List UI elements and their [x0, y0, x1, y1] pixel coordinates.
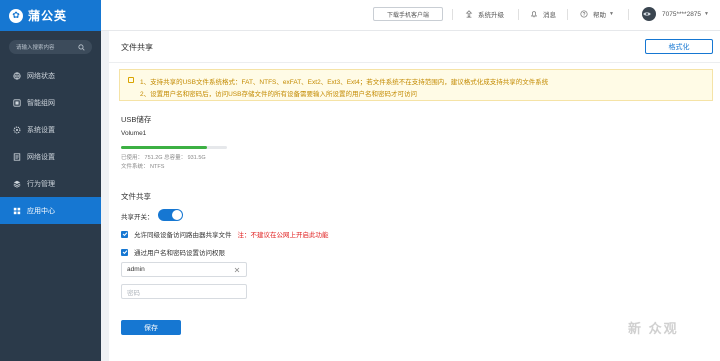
volume-name: Volume1 [121, 130, 147, 137]
share-toggle-label: 共享开关： [121, 214, 154, 221]
sidebar-item-label: 应用中心 [27, 207, 55, 215]
clear-icon[interactable] [234, 267, 240, 273]
username-value: admin [127, 266, 145, 273]
notice-line-2: 2、设置用户名和密码后，访问USB存储文件的所有设备需要输入所设置的用户名和密码… [140, 91, 417, 98]
format-button[interactable]: 格式化 [645, 39, 713, 54]
notice-banner: 1、支持共享的USB文件系统格式：FAT、NTFS、exFAT、Ext2、Ext… [119, 69, 713, 101]
search-placeholder: 请输入搜索内容 [16, 45, 55, 51]
brand-name: 蒲公英 [28, 9, 68, 23]
chevron-down-icon: ▼ [609, 11, 614, 17]
sidebar-item-label: 系统设置 [27, 126, 55, 134]
password-auth-checkbox[interactable] [121, 248, 128, 256]
chevron-down-icon: ▼ [704, 11, 709, 17]
username-field[interactable]: admin [121, 262, 247, 277]
messages-link[interactable]: 消息 [530, 8, 556, 20]
storage-usage-bar [121, 146, 227, 149]
system-upgrade-label: 系统升级 [478, 12, 504, 19]
notice-line-1: 1、支持共享的USB文件系统格式：FAT、NTFS、exFAT、Ext2、Ext… [140, 79, 549, 86]
header-divider [567, 9, 568, 20]
page-title: 文件共享 [121, 43, 153, 52]
bell-icon [530, 11, 538, 18]
stack-icon [13, 180, 21, 188]
grid-icon [13, 207, 21, 214]
brand-logo[interactable]: ✿ 蒲公英 [0, 0, 101, 31]
help-icon [580, 10, 588, 18]
sidebar-item-network-status[interactable]: 网络状态 [0, 62, 101, 89]
help-label: 帮助 [593, 12, 606, 19]
divider [109, 62, 720, 63]
messages-label: 消息 [543, 12, 556, 19]
sidebar-item-behavior-management[interactable]: 行为管理 [0, 170, 101, 197]
sidebar-search-input[interactable]: 请输入搜索内容 [9, 40, 92, 54]
system-upgrade-link[interactable]: 系统升级 [465, 8, 504, 20]
sidebar-item-label: 行为管理 [27, 180, 55, 188]
globe-icon [13, 71, 21, 80]
top-header: 下载手机客户端 系统升级 消息 帮助 ▼ 7075****2875 ▼ [101, 0, 720, 31]
header-divider [518, 9, 519, 20]
sidebar-item-system-settings[interactable]: 系统设置 [0, 116, 101, 143]
avatar [642, 7, 656, 21]
password-field[interactable]: 密码 [121, 284, 247, 299]
checkmark-icon [122, 250, 127, 255]
username-label: 7075****2875 [662, 10, 702, 18]
file-share-panel: 文件共享 格式化 1、支持共享的USB文件系统格式：FAT、NTFS、exFAT… [109, 31, 720, 361]
storage-usage-text: 已使用： 751.2G 总容量： 931.5G [121, 155, 206, 161]
header-divider [452, 9, 453, 20]
user-menu[interactable]: 7075****2875 ▼ [642, 7, 709, 21]
checkmark-icon [122, 232, 127, 237]
watermark: 新 众观 [628, 321, 679, 336]
network-icon [13, 98, 21, 107]
header-divider [628, 9, 629, 20]
notice-icon [128, 77, 134, 83]
allow-lan-access-checkbox[interactable] [121, 230, 128, 238]
sidebar-item-smart-network[interactable]: 智能组网 [0, 89, 101, 116]
file-share-section-title: 文件共享 [121, 192, 151, 201]
password-placeholder: 密码 [127, 289, 140, 297]
dandelion-logo-icon: ✿ [9, 8, 23, 23]
allow-lan-access-label: 允许同级设备访问路由器共享文件 [134, 232, 232, 239]
toggle-knob [172, 210, 182, 220]
help-menu[interactable]: 帮助 ▼ [580, 8, 614, 20]
document-icon [13, 152, 21, 161]
search-icon[interactable] [78, 43, 85, 51]
sidebar-item-app-center[interactable]: 应用中心 [0, 197, 101, 224]
sidebar-item-label: 网络设置 [27, 153, 55, 161]
download-app-button[interactable]: 下载手机客户端 [373, 7, 443, 21]
usb-storage-title: USB储存 [121, 115, 152, 124]
avatar-image-icon [642, 12, 651, 16]
upgrade-icon [465, 10, 473, 18]
file-system-text: 文件系统： NTFS [121, 164, 165, 170]
storage-usage-fill [121, 146, 207, 149]
sidebar-item-network-settings[interactable]: 网络设置 [0, 143, 101, 170]
allow-lan-access-option: 允许同级设备访问路由器共享文件 注：不建议在公网上开启此功能 [121, 229, 329, 239]
password-auth-option: 通过用户名和密码设置访问权限 [121, 247, 225, 257]
sidebar: ✿ 蒲公英 请输入搜索内容 网络状态 智能组网 系统设置 网络设置 行为管理 应… [0, 0, 101, 361]
gear-icon [13, 126, 21, 133]
sidebar-item-label: 网络状态 [27, 72, 55, 80]
public-network-warning: 注：不建议在公网上开启此功能 [237, 232, 329, 239]
password-auth-label: 通过用户名和密码设置访问权限 [134, 250, 225, 257]
save-button[interactable]: 保存 [121, 320, 181, 335]
share-toggle[interactable] [158, 209, 183, 221]
sidebar-item-label: 智能组网 [27, 99, 55, 107]
